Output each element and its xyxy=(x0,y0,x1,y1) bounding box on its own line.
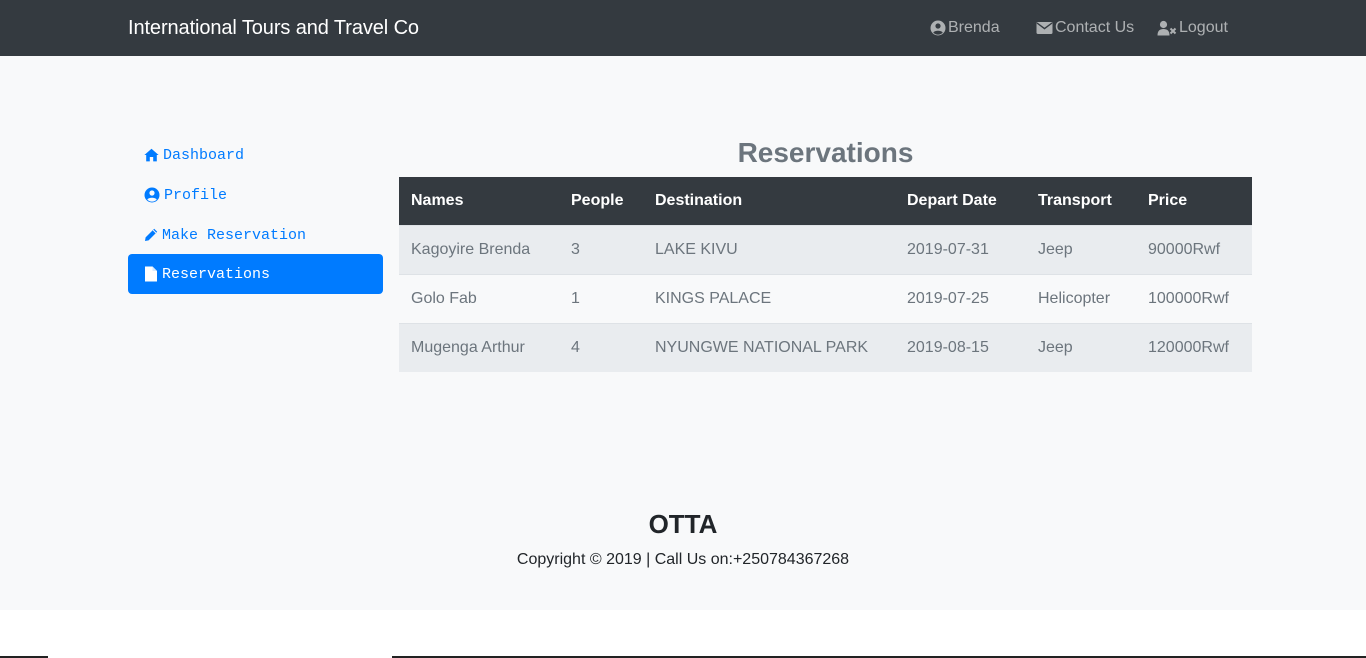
cell-depart-date: 2019-08-15 xyxy=(895,322,1026,372)
table-row: Golo Fab 1 KINGS PALACE 2019-07-25 Helic… xyxy=(399,273,1252,323)
pencil-icon xyxy=(144,228,162,242)
sidebar-item-label: Make Reservation xyxy=(162,226,307,244)
cell-names: Mugenga Arthur xyxy=(399,322,559,372)
top-navbar: International Tours and Travel Co Brenda… xyxy=(0,0,1366,56)
reservations-table: Names People Destination Depart Date Tra… xyxy=(399,177,1252,372)
page-title: Reservations xyxy=(737,137,914,168)
cell-people: 4 xyxy=(559,322,643,372)
table-row: Kagoyire Brenda 3 LAKE KIVU 2019-07-31 J… xyxy=(399,224,1252,274)
cell-depart-date: 2019-07-25 xyxy=(895,273,1026,323)
cell-names: Kagoyire Brenda xyxy=(399,224,559,274)
footer-copyright: Copyright © 2019 | Call Us on:+250784367… xyxy=(516,551,850,568)
column-header-depart-date: Depart Date xyxy=(895,177,1026,225)
contact-us-label: Contact Us xyxy=(1055,19,1135,36)
column-header-price: Price xyxy=(1136,177,1252,225)
user-times-icon xyxy=(1157,20,1179,36)
cell-transport: Helicopter xyxy=(1026,273,1136,323)
user-name-label: Brenda xyxy=(948,19,1000,36)
cell-transport: Jeep xyxy=(1026,322,1136,372)
sidebar-item-label: Reservations xyxy=(162,265,271,283)
main-area: Dashboard Profile Make Reservation Reser… xyxy=(0,56,1366,610)
sidebar-item-label: Profile xyxy=(164,186,228,204)
sidebar-item-label: Dashboard xyxy=(163,146,245,164)
logout-link[interactable]: Logout xyxy=(1157,18,1228,38)
cell-price: 90000Rwf xyxy=(1136,224,1252,274)
user-menu-link[interactable]: Brenda xyxy=(930,18,1000,38)
footer-title: OTTA xyxy=(648,509,718,539)
brand-link[interactable]: International Tours and Travel Co xyxy=(128,16,419,40)
column-header-people: People xyxy=(559,177,643,225)
cell-people: 3 xyxy=(559,224,643,274)
cell-destination: NYUNGWE NATIONAL PARK xyxy=(643,322,895,372)
cell-depart-date: 2019-07-31 xyxy=(895,224,1026,274)
user-circle-icon xyxy=(144,187,164,203)
column-header-destination: Destination xyxy=(643,177,895,225)
user-circle-icon xyxy=(930,20,948,36)
logout-label: Logout xyxy=(1179,19,1228,36)
envelope-icon xyxy=(1036,21,1055,35)
sidebar-item-make-reservation[interactable]: Make Reservation xyxy=(128,215,383,255)
home-icon xyxy=(144,148,163,162)
contact-us-link[interactable]: Contact Us xyxy=(1036,18,1134,38)
column-header-names: Names xyxy=(399,177,559,225)
cell-price: 120000Rwf xyxy=(1136,322,1252,372)
cell-transport: Jeep xyxy=(1026,224,1136,274)
file-icon xyxy=(144,266,162,282)
cell-destination: LAKE KIVU xyxy=(643,224,895,274)
table-row: Mugenga Arthur 4 NYUNGWE NATIONAL PARK 2… xyxy=(399,322,1252,372)
sidebar-item-profile[interactable]: Profile xyxy=(128,175,383,215)
cell-people: 1 xyxy=(559,273,643,323)
cell-names: Golo Fab xyxy=(399,273,559,323)
table-header-row: Names People Destination Depart Date Tra… xyxy=(399,177,1252,225)
sidebar-item-reservations[interactable]: Reservations xyxy=(128,254,383,294)
cell-price: 100000Rwf xyxy=(1136,273,1252,323)
column-header-transport: Transport xyxy=(1026,177,1136,225)
cell-destination: KINGS PALACE xyxy=(643,273,895,323)
sidebar-item-dashboard[interactable]: Dashboard xyxy=(128,135,383,175)
